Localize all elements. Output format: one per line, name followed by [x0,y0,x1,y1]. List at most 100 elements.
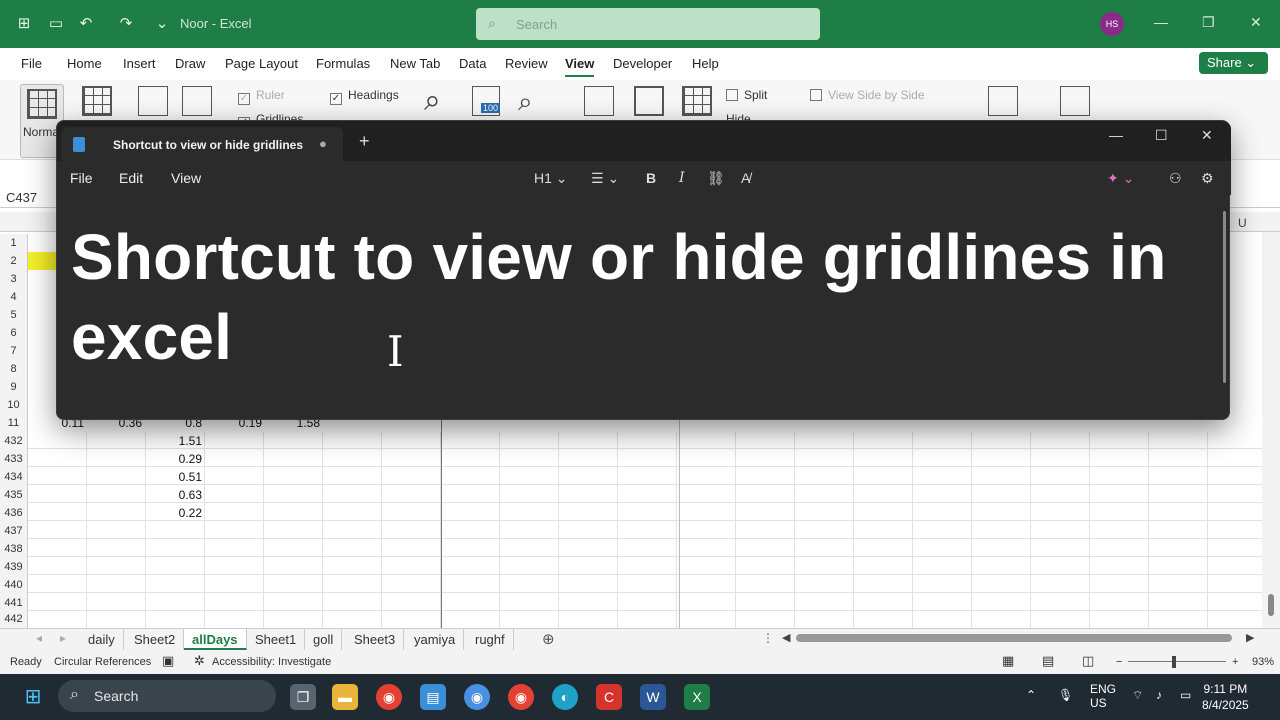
arrange-all-icon[interactable] [634,86,664,116]
zoom-slider[interactable] [1128,661,1226,662]
name-box[interactable]: C437 [6,190,37,205]
headings-checkbox[interactable]: ✓ Headings [330,88,399,105]
new-tab-icon[interactable]: + [359,131,370,152]
windows-start-icon[interactable]: ⊞ [20,684,46,710]
row-header[interactable]: 433 [0,450,28,468]
zoom-slider-thumb[interactable] [1172,656,1176,668]
customize-qat-icon[interactable]: ⌄ [152,14,172,34]
notepad-taskbar-icon[interactable]: ▤ [420,684,446,710]
vertical-scrollbar[interactable] [1262,232,1280,628]
sheet-tab-active[interactable]: allDays [184,629,247,650]
page-break-status-icon[interactable]: ◫ [1082,653,1094,669]
heading-dropdown[interactable]: H1 ⌄ [534,170,568,187]
zoom-icon[interactable]: ⌕ [424,84,441,118]
cell-value[interactable]: 0.63 [148,486,202,504]
close-icon[interactable]: ✕ [1250,14,1262,31]
settings-gear-icon[interactable]: ⚙ [1201,170,1214,187]
row-header[interactable]: 442 [0,610,28,628]
battery-icon[interactable]: ▭ [1180,688,1191,702]
cell-value[interactable]: 0.29 [148,450,202,468]
notepad-menu-edit[interactable]: Edit [119,170,143,186]
page-layout-view-icon[interactable] [138,86,168,116]
taskbar-clock[interactable]: 9:11 PM 8/4/2025 [1202,681,1249,713]
menu-new-tab[interactable]: New Tab [390,56,440,71]
sheet-tab[interactable]: yamiya [406,629,465,650]
tab-scroll-right-icon[interactable]: ▸ [60,631,66,645]
notepad-tab[interactable]: Shortcut to view or hide gridlines ● [61,127,343,161]
notepad-scrollbar[interactable] [1223,211,1226,383]
freeze-panes-icon[interactable] [682,86,712,116]
menu-draw[interactable]: Draw [175,56,205,71]
custom-views-icon[interactable] [182,86,212,116]
row-header[interactable]: 10 [0,396,28,414]
row-header[interactable]: 439 [0,558,28,576]
row-header[interactable]: 434 [0,468,28,486]
status-accessibility[interactable]: Accessibility: Investigate [212,656,331,668]
chrome-icon[interactable]: ◉ [376,684,402,710]
tab-scroll-left-icon[interactable]: ◂ [36,631,42,645]
row-header[interactable]: 3 [0,270,28,288]
menu-page-layout[interactable]: Page Layout [225,56,298,71]
zoom-out-icon[interactable]: − [1116,656,1122,668]
more-options-icon[interactable]: ⋮ [762,631,774,645]
chrome-second-icon[interactable]: ◉ [508,684,534,710]
notepad-editor-text[interactable]: Shortcut to view or hide gridlines in ex… [71,217,1191,377]
show-hidden-icons[interactable]: ⌃ [1026,688,1036,702]
zoom-level[interactable]: 93% [1252,656,1274,668]
notepad-minimize-icon[interactable]: — [1109,127,1123,143]
zoom-in-icon[interactable]: + [1232,656,1238,668]
new-window-icon[interactable] [584,86,614,116]
menu-insert[interactable]: Insert [123,56,156,71]
notepad-window[interactable]: Shortcut to view or hide gridlines ● + —… [56,120,1231,420]
switch-windows-icon[interactable] [988,86,1018,116]
row-header[interactable]: 432 [0,432,28,450]
undo-icon[interactable]: ↶ [76,14,96,34]
excel-search-box[interactable]: ⌕ Search [476,8,820,40]
menu-review[interactable]: Review [505,56,548,71]
page-layout-status-icon[interactable]: ▤ [1042,653,1054,669]
row-header[interactable]: 2 [0,252,28,270]
clear-formatting-icon[interactable]: A̸ [741,170,750,186]
notepad-menu-file[interactable]: File [70,170,93,186]
taskbar-search[interactable]: ⌕ Search [58,680,276,712]
unsaved-dot-icon[interactable]: ● [319,136,327,151]
view-side-by-side-button[interactable]: View Side by Side [810,88,925,102]
zoom-to-selection-icon[interactable]: ⌕ [518,86,533,118]
status-circular-references[interactable]: Circular References [54,656,151,668]
account-icon[interactable]: ⚇ [1169,170,1182,187]
sheet-tab[interactable]: rughf [467,629,514,650]
accessibility-icon[interactable]: ✲ [194,653,205,669]
word-icon[interactable]: W [640,684,666,710]
save-icon[interactable]: ▭ [46,14,66,34]
row-header[interactable]: 438 [0,540,28,558]
macro-record-icon[interactable]: ▣ [162,653,174,669]
scroll-thumb[interactable] [1268,594,1274,616]
list-dropdown-icon[interactable]: ☰ ⌄ [591,170,619,187]
row-header[interactable]: 7 [0,342,28,360]
row-header[interactable]: 437 [0,522,28,540]
horizontal-scrollbar[interactable] [796,634,1232,642]
zoom-100-button[interactable]: 100 [472,86,501,116]
notepad-maximize-icon[interactable]: ☐ [1155,127,1168,144]
notepad-menu-view[interactable]: View [171,170,201,186]
sheet-tab[interactable]: Sheet1 [247,629,306,650]
hscroll-left-icon[interactable]: ◀ [782,631,790,644]
row-header[interactable]: 9 [0,378,28,396]
microphone-icon[interactable]: 🎙 [1058,688,1073,702]
menu-developer[interactable]: Developer [613,56,672,71]
row-header[interactable]: 436 [0,504,28,522]
normal-view-status-icon[interactable]: ▦ [1002,653,1014,669]
hscroll-right-icon[interactable]: ▶ [1246,631,1254,644]
share-button[interactable]: Share ⌄ [1199,52,1268,74]
row-header[interactable]: 8 [0,360,28,378]
column-header-u[interactable]: U [1238,216,1247,230]
restore-icon[interactable]: ❐ [1202,14,1215,31]
add-sheet-icon[interactable]: ⊕ [542,630,555,648]
row-header[interactable]: 440 [0,576,28,594]
row-header[interactable]: 5 [0,306,28,324]
camtasia-icon[interactable]: C [596,684,622,710]
task-view-icon[interactable]: ❐ [290,684,316,710]
redo-icon[interactable]: ↷ [116,14,136,34]
notepad-close-icon[interactable]: ✕ [1201,127,1213,144]
sheet-tab[interactable]: Sheet2 [126,629,185,650]
